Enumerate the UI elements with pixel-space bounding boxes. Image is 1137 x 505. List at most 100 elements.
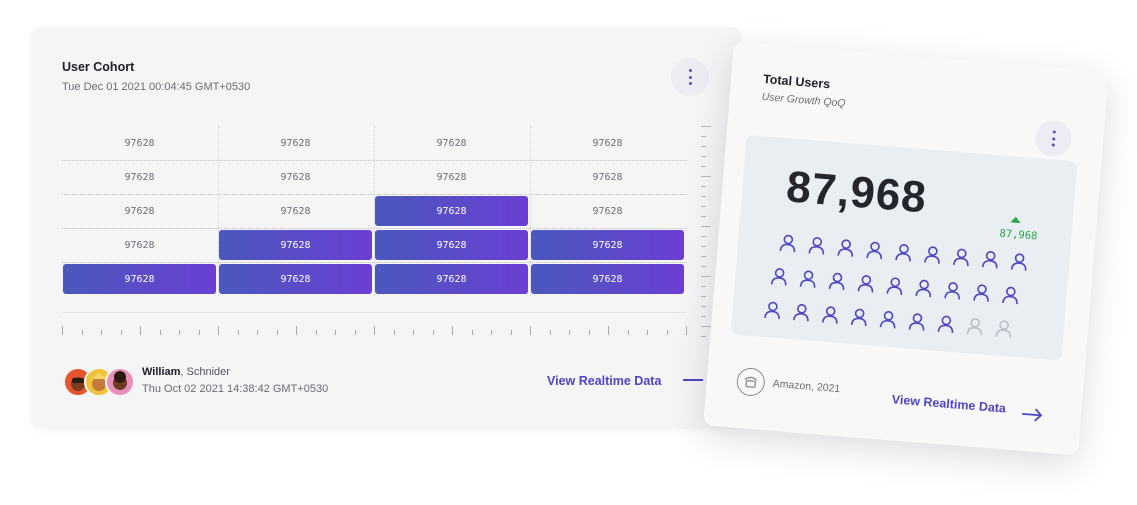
cohort-cell[interactable]: 97628: [375, 264, 528, 294]
cohort-cell[interactable]: 97628: [219, 196, 372, 226]
axis-tick: [62, 326, 63, 335]
axis-tick: [140, 326, 141, 335]
scale-tick: [701, 236, 706, 237]
cohort-cell[interactable]: 97628: [219, 128, 372, 158]
avatar-group[interactable]: [63, 367, 135, 397]
axis-tick: [549, 330, 551, 335]
cohort-cell[interactable]: 97628: [375, 230, 528, 260]
cohort-menu-button[interactable]: [671, 58, 709, 96]
axis-tick: [315, 330, 317, 335]
scale-tick: [701, 136, 706, 137]
scale-tick: [701, 266, 706, 267]
view-realtime-link[interactable]: View Realtime Data: [891, 392, 1006, 415]
axis-tick: [354, 330, 356, 335]
person-icon: [1000, 285, 1022, 307]
person-icon: [849, 307, 871, 329]
cohort-footer-date: Thu Oct 02 2021 14:38:42 GMT+0530: [142, 383, 329, 395]
person-icon: [913, 278, 935, 300]
axis-tick: [81, 330, 83, 335]
scale-tick: [701, 296, 706, 297]
cohort-baseline: [62, 312, 687, 313]
axis-tick: [432, 330, 434, 335]
cohort-cell[interactable]: 97628: [219, 162, 372, 192]
cohort-cell[interactable]: 97628: [63, 162, 216, 192]
person-icon: [769, 266, 791, 288]
kebab-dot: [1051, 136, 1055, 141]
axis-tick: [647, 330, 648, 335]
person-icon: [922, 244, 944, 266]
axis-tick: [276, 330, 278, 335]
scale-tick: [701, 246, 706, 247]
person-icon: [964, 316, 986, 338]
person-icon: [826, 271, 848, 293]
axis-tick: [666, 330, 668, 335]
scale-tick: [701, 216, 706, 217]
person-icon: [864, 240, 886, 262]
cohort-cell[interactable]: 97628: [531, 162, 684, 192]
scale-tick: [701, 206, 706, 207]
total-users-delta: 87,968: [999, 227, 1038, 243]
scale-tick: [701, 186, 706, 187]
kebab-vertical-icon: [688, 69, 692, 72]
person-icon: [906, 311, 928, 333]
axis-tick: [120, 330, 122, 335]
axis-tick: [530, 326, 531, 335]
person-icon: [971, 282, 993, 304]
arrow-right-icon[interactable]: [683, 379, 703, 381]
person-icon: [777, 233, 799, 255]
view-realtime-link[interactable]: View Realtime Data: [547, 374, 661, 388]
cohort-ticks: [62, 326, 712, 336]
cohort-cell[interactable]: 97628: [219, 230, 372, 260]
scale-tick: [701, 226, 711, 227]
scale-tick: [701, 316, 706, 317]
scale-tick: [701, 276, 711, 277]
scale-tick: [701, 336, 706, 337]
axis-tick: [608, 326, 609, 335]
cohort-cell[interactable]: 97628: [63, 264, 216, 294]
axis-tick: [198, 330, 200, 335]
axis-tick: [296, 326, 297, 335]
axis-tick: [510, 330, 512, 335]
scale-tick: [701, 166, 706, 167]
user-last-name: , Schnider: [180, 366, 230, 378]
axis-tick: [686, 326, 687, 335]
total-users-title: Total Users: [762, 72, 831, 92]
axis-tick: [588, 330, 590, 335]
cohort-cell[interactable]: 97628: [531, 128, 684, 158]
axis-tick: [335, 330, 336, 335]
kebab-dot: [1051, 143, 1055, 147]
cohort-cell[interactable]: 97628: [531, 196, 684, 226]
axis-tick: [627, 330, 629, 335]
person-icon: [855, 273, 877, 295]
company-label: Amazon, 2021: [772, 377, 841, 396]
kebab-vertical-icon: [1052, 130, 1056, 134]
cohort-cell[interactable]: 97628: [63, 128, 216, 158]
cohort-cell[interactable]: 97628: [63, 230, 216, 260]
cohort-cell[interactable]: 97628: [63, 196, 216, 226]
axis-tick: [413, 330, 414, 335]
axis-tick: [471, 330, 473, 335]
axis-tick: [374, 326, 375, 335]
cohort-cell[interactable]: 97628: [531, 264, 684, 294]
kebab-dot: [688, 82, 692, 85]
cohort-cell[interactable]: 97628: [531, 230, 684, 260]
user-cohort-card: User Cohort Tue Dec 01 2021 00:04:45 GMT…: [31, 27, 741, 429]
cohort-user-name: William, Schnider: [142, 366, 230, 378]
cohort-cell[interactable]: 97628: [375, 162, 528, 192]
person-icon: [806, 235, 828, 257]
person-icon: [762, 300, 784, 322]
axis-tick: [452, 326, 453, 335]
people-grid: [764, 233, 1038, 354]
axis-tick: [179, 330, 180, 335]
cohort-cell[interactable]: 97628: [219, 264, 372, 294]
cohort-cell[interactable]: 97628: [375, 128, 528, 158]
scale-tick: [701, 306, 706, 307]
avatar: [105, 367, 135, 397]
user-first-name: William: [142, 366, 181, 378]
total-users-menu-button[interactable]: [1033, 119, 1073, 158]
cohort-cell[interactable]: 97628: [375, 196, 528, 226]
axis-tick: [491, 330, 492, 335]
cohort-scale: [701, 126, 713, 341]
arrow-right-icon[interactable]: [1021, 407, 1044, 423]
person-icon: [993, 318, 1015, 340]
